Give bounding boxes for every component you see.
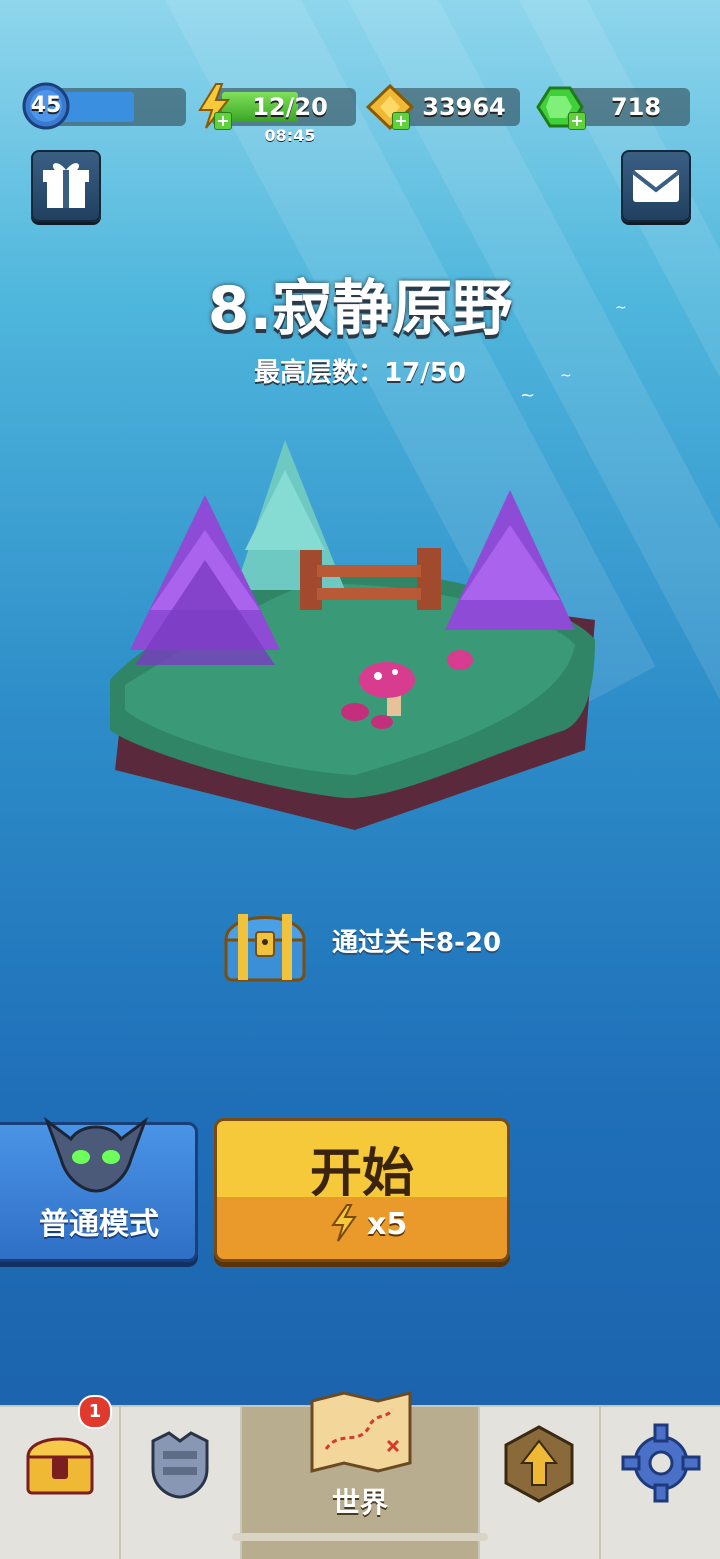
- level-badge[interactable]: 45: [20, 80, 72, 132]
- gold-plus-icon[interactable]: +: [392, 112, 410, 130]
- normal-mode-button[interactable]: 普通模式: [0, 1116, 198, 1262]
- chest-icon: [26, 1437, 94, 1495]
- bird-icon: ~: [615, 300, 627, 316]
- nav-upgrade[interactable]: [480, 1407, 601, 1559]
- gift-icon: [43, 163, 89, 208]
- start-button[interactable]: 开始 x5: [214, 1118, 510, 1262]
- mode-label: 普通模式: [39, 1207, 159, 1242]
- gold-value: 33964: [422, 93, 506, 121]
- mail-button[interactable]: [621, 150, 691, 222]
- start-label: 开始: [309, 1144, 414, 1204]
- player-level: 45: [30, 93, 62, 118]
- stage-title: 8.寂静原野: [207, 274, 513, 344]
- energy-bar[interactable]: 12/20: [212, 88, 356, 126]
- gem-value: 718: [610, 93, 662, 121]
- energy-value: 12/20: [252, 93, 328, 121]
- start-cost: x5: [367, 1207, 408, 1242]
- armor-icon: [151, 1431, 209, 1499]
- bottom-nav: 1 世界: [0, 1391, 720, 1559]
- demon-mask-icon: [43, 1116, 149, 1193]
- nav-world[interactable]: 世界: [232, 1391, 488, 1559]
- reward-text: 通过关卡8-20: [332, 928, 502, 958]
- gem-plus-icon[interactable]: +: [568, 112, 586, 130]
- upgrade-arrow-icon: [504, 1425, 574, 1503]
- max-floor-text: 最高层数：17/50: [254, 358, 466, 388]
- home-indicator: [232, 1533, 488, 1541]
- nav-shop[interactable]: 1: [0, 1395, 121, 1559]
- treasure-chest-icon[interactable]: [218, 896, 312, 988]
- notification-badge: 1: [78, 1395, 112, 1429]
- lightning-icon: [331, 1204, 357, 1242]
- gift-button[interactable]: [31, 150, 101, 222]
- nav-settings[interactable]: [601, 1407, 720, 1559]
- energy-plus-icon[interactable]: +: [214, 112, 232, 130]
- gear-icon: [621, 1423, 701, 1503]
- map-icon: [310, 1391, 412, 1473]
- bird-icon: ~: [560, 368, 572, 384]
- island-illustration[interactable]: [95, 430, 605, 850]
- energy-timer: 08:45: [264, 126, 316, 145]
- nav-equipment[interactable]: [121, 1407, 242, 1559]
- bird-icon: ~: [520, 385, 536, 406]
- world-label: 世界: [331, 1486, 388, 1519]
- purple-tree: [445, 490, 575, 630]
- game-screen: 45 12/20 + 08:45 33964 + 718 + 8.寂静原野 最高…: [0, 0, 720, 1559]
- envelope-icon: [631, 170, 681, 202]
